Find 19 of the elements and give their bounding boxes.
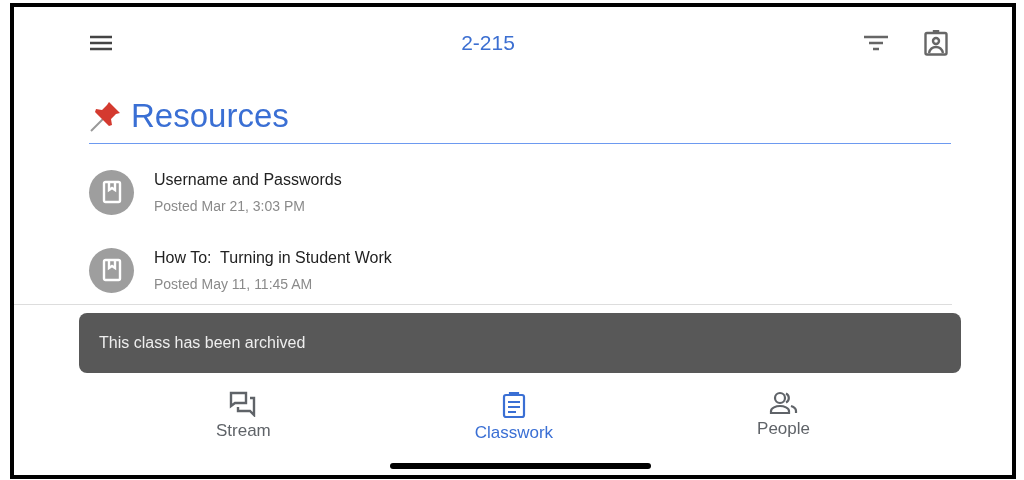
nav-tab[interactable]: Stream: [189, 391, 297, 443]
clipboard-icon: [501, 391, 526, 419]
badge-icon[interactable]: [924, 30, 948, 56]
class-title: 2-215: [460, 31, 516, 55]
book-icon: [89, 169, 134, 215]
posted-date: Posted Mar 21, 3:03 PM: [154, 197, 306, 214]
filter-icon[interactable]: [864, 35, 888, 51]
snackbar: This class has been archived: [79, 313, 961, 373]
nav-tab[interactable]: People: [731, 391, 836, 443]
menu-icon[interactable]: [90, 35, 112, 51]
material-title[interactable]: How To: Turning in Student Work: [154, 248, 392, 267]
material-title[interactable]: Username and Passwords: [154, 170, 342, 189]
book-icon: [89, 247, 134, 293]
nav-tab[interactable]: Classwork: [448, 391, 580, 443]
section-title: Resources: [131, 97, 289, 135]
people-icon: [768, 391, 799, 415]
chat-bubbles-icon: [229, 391, 258, 417]
posted-date: Posted May 11, 11:45 AM: [154, 275, 314, 292]
pushpin-icon: [89, 99, 123, 133]
